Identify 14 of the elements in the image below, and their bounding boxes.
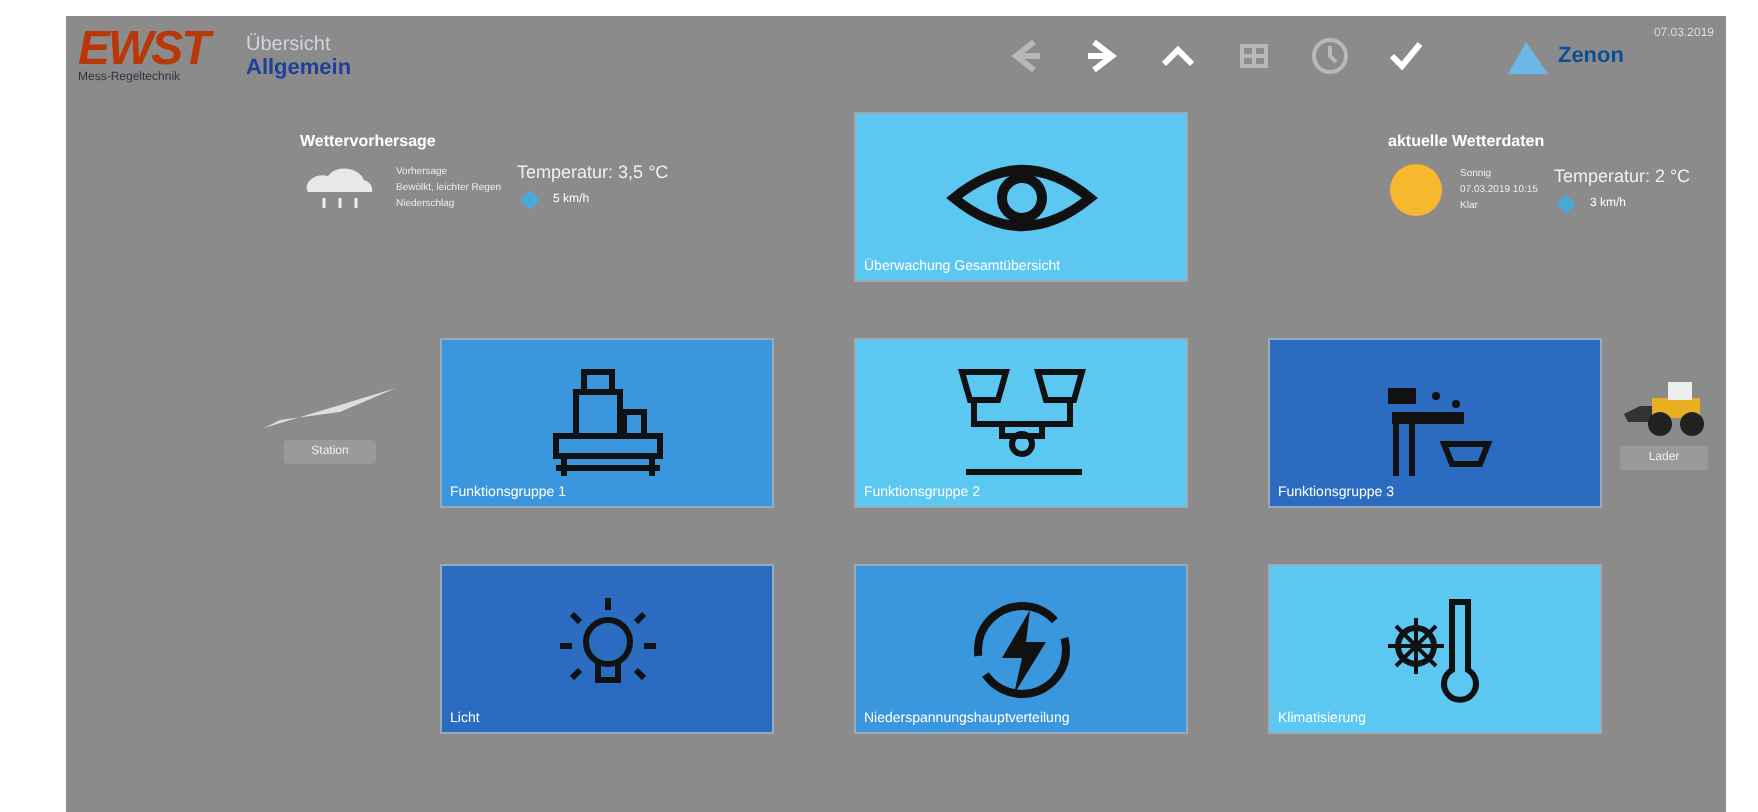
brand-name: Zenon <box>1557 44 1624 68</box>
breadcrumb: Übersicht <box>246 33 333 55</box>
wind-icon <box>517 188 542 212</box>
sun-icon <box>1388 162 1444 218</box>
temperature-text: Temperatur: 2 °C <box>1553 165 1691 185</box>
panel-title: aktuelle Wetterdaten <box>1388 132 1547 150</box>
company-logo: EWST <box>78 28 234 72</box>
temperature-text: Temperatur: 3,5 °C <box>517 162 669 182</box>
checkmark-button[interactable] <box>1385 36 1426 76</box>
panel-title: Wettervorhersage <box>300 132 438 150</box>
wheel-loader-icon <box>1620 377 1708 437</box>
page-title: Allgemein <box>246 55 352 79</box>
wind-icon <box>1553 191 1578 215</box>
wing-icon <box>260 383 400 431</box>
